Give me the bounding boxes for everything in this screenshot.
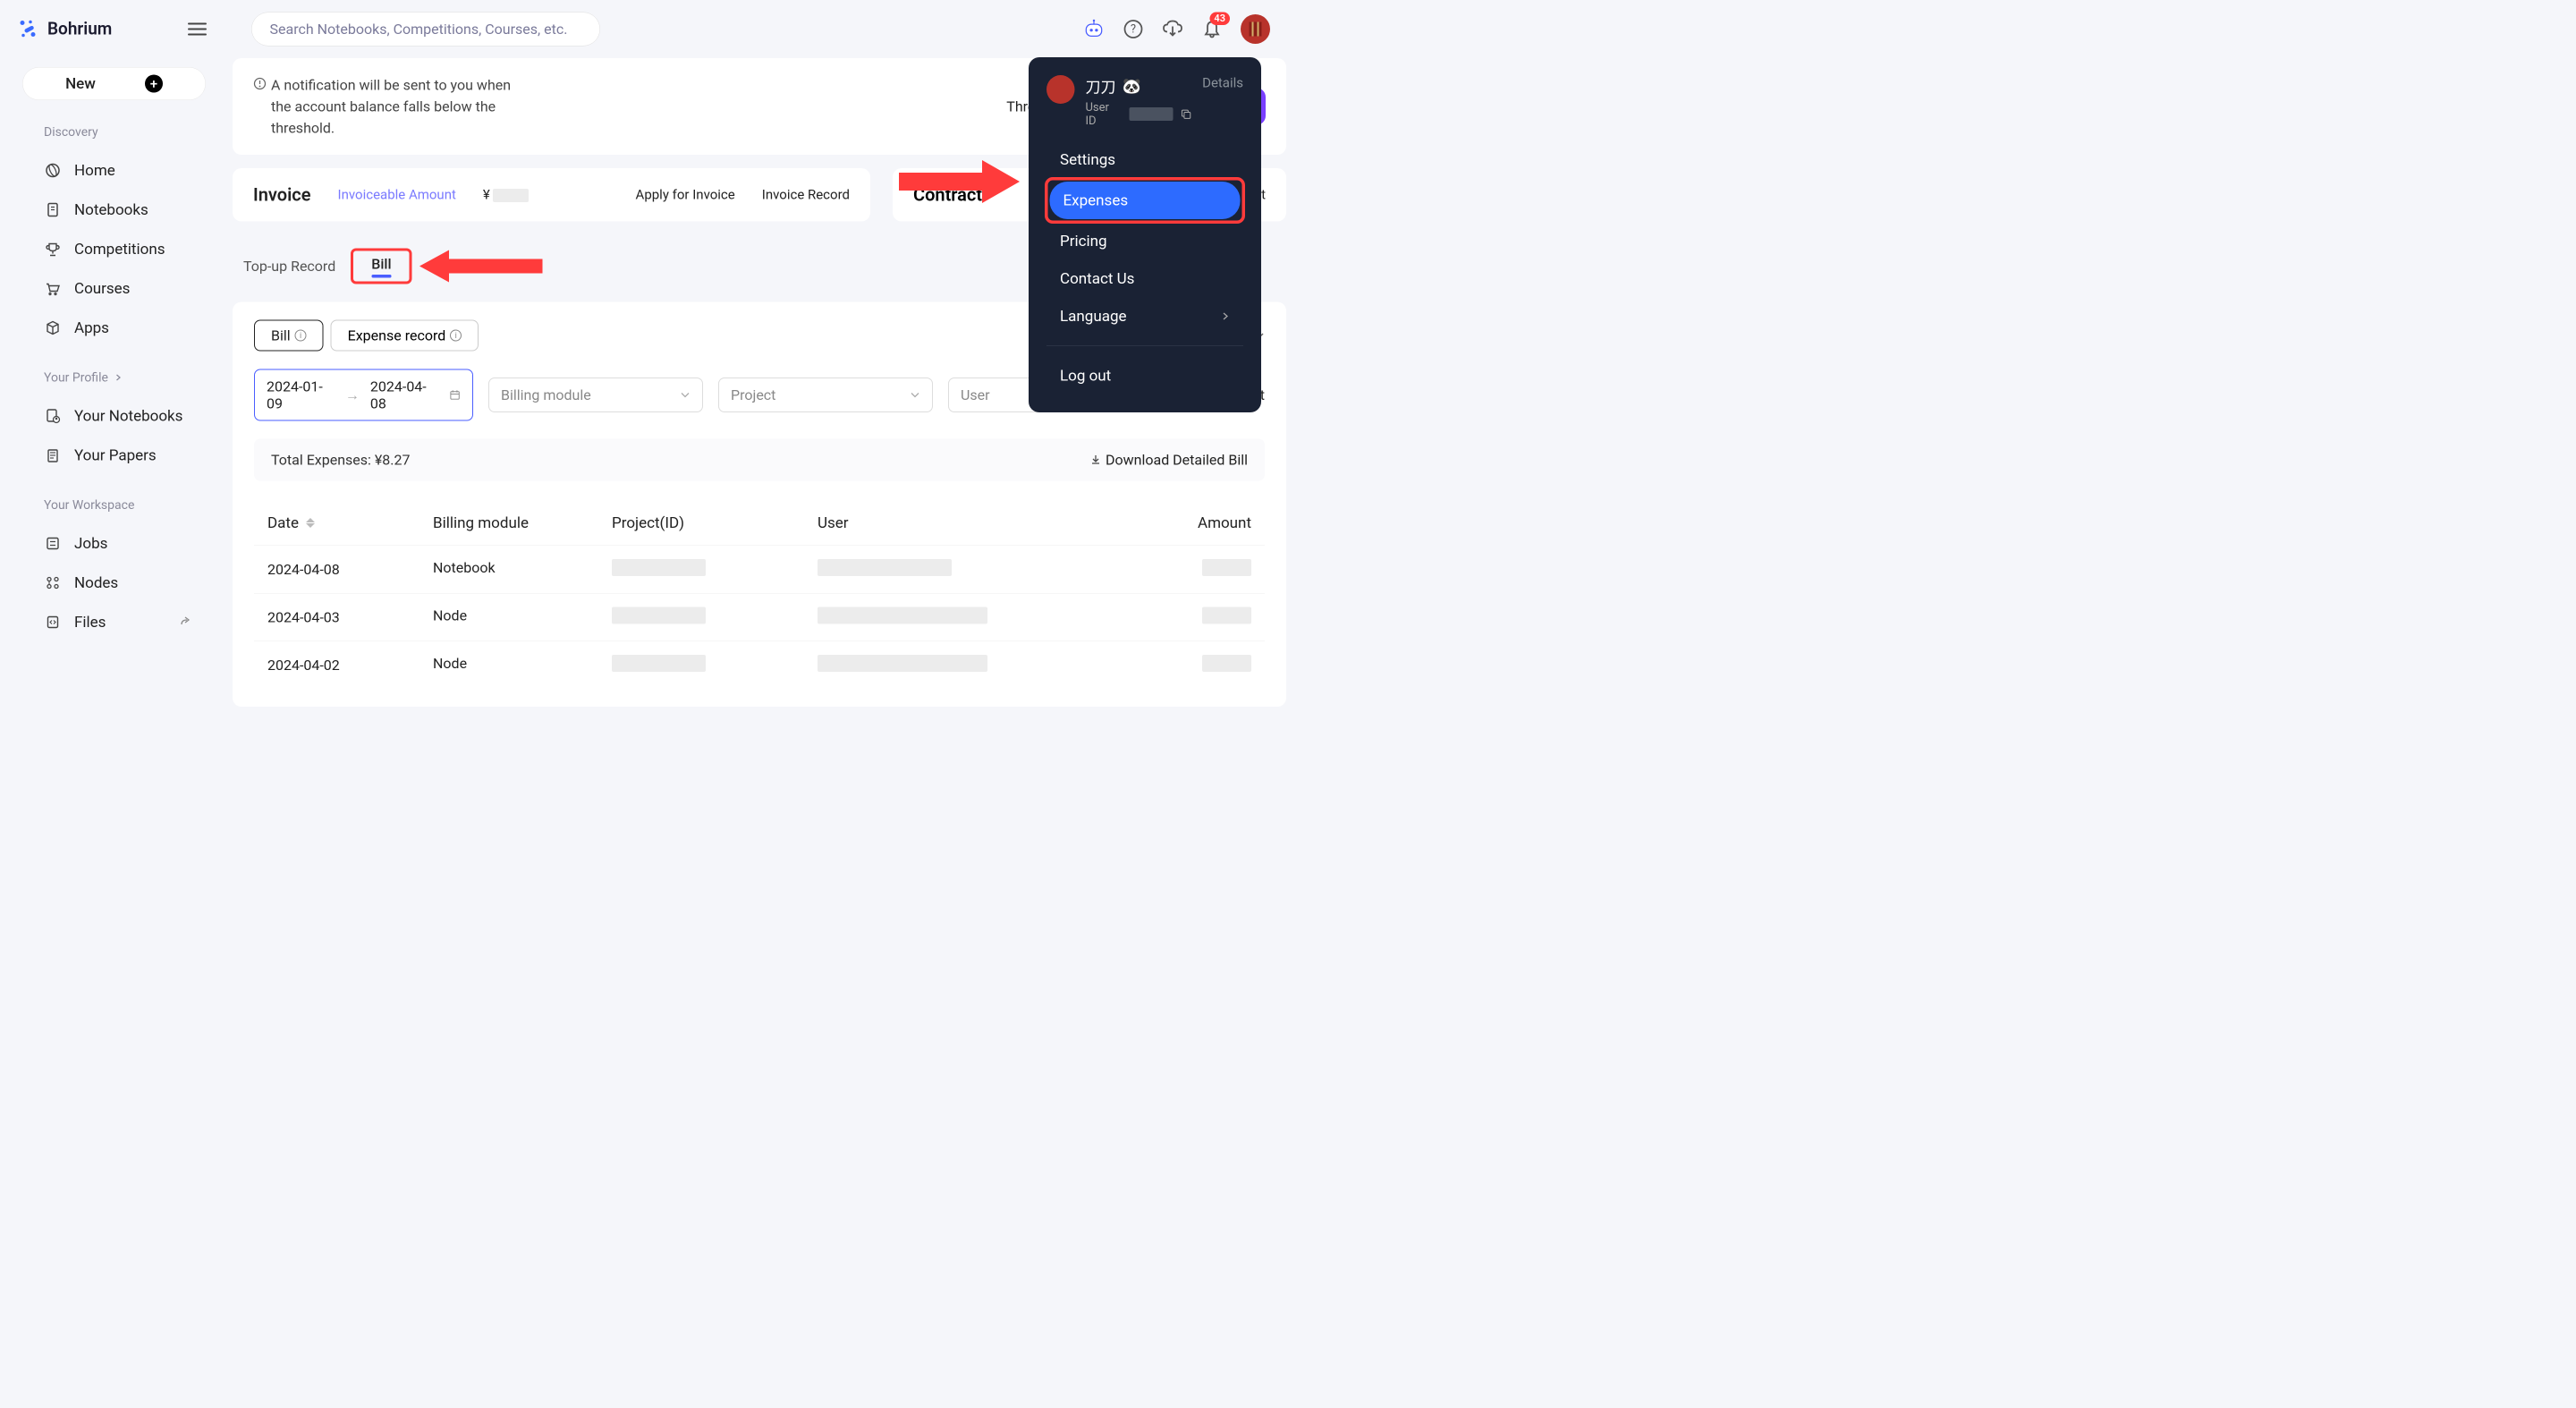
plus-icon: + <box>145 75 163 93</box>
files-icon <box>44 614 62 632</box>
project-select[interactable]: Project <box>718 377 933 412</box>
header-actions: ? 43 <box>1083 14 1270 44</box>
share-icon[interactable] <box>179 615 192 629</box>
col-amount: Amount <box>1166 514 1251 532</box>
brand-name: Bohrium <box>47 20 112 39</box>
sort-icon[interactable] <box>306 518 315 528</box>
col-user: User <box>818 514 1166 532</box>
invoice-currency: ¥ <box>483 187 529 203</box>
new-button[interactable]: New+ <box>22 67 206 100</box>
dd-expenses-highlight: Expenses <box>1045 177 1245 224</box>
nodes-icon <box>44 574 62 592</box>
tab-bill-highlight: Bill <box>351 249 411 284</box>
bot-icon[interactable] <box>1083 19 1105 40</box>
dd-item-settings[interactable]: Settings <box>1046 141 1243 179</box>
bill-pill-tab[interactable]: Billi <box>254 320 324 352</box>
sidebar: New+ Discovery Home Notebooks Competitio… <box>0 0 219 704</box>
dd-username: 刀刀🐼 <box>1085 75 1191 98</box>
table-row: 2024-04-03 Node <box>254 593 1265 641</box>
info-icon: i <box>295 330 307 342</box>
svg-text:?: ? <box>1131 23 1136 37</box>
total-expenses-label: Total Expenses: ¥8.27 <box>271 452 410 469</box>
dd-userid: User ID <box>1085 101 1191 128</box>
notification-badge: 43 <box>1209 13 1230 26</box>
col-module: Billing module <box>433 514 612 532</box>
dd-details-link[interactable]: Details <box>1202 75 1243 91</box>
tab-topup-record[interactable]: Top-up Record <box>239 249 340 284</box>
invoiceable-label: Invoiceable Amount <box>338 187 456 203</box>
info-icon <box>253 77 267 90</box>
total-row: Total Expenses: ¥8.27 Download Detailed … <box>254 439 1265 481</box>
table-row: 2024-04-02 Node <box>254 641 1265 690</box>
user-dropdown-menu: 刀刀🐼 User ID Details Settings Expenses Pr… <box>1029 57 1261 412</box>
cloud-download-icon[interactable] <box>1162 19 1183 40</box>
tab-bill[interactable]: Bill <box>371 256 391 273</box>
billing-module-select[interactable]: Billing module <box>488 377 703 412</box>
chevron-down-icon <box>910 390 920 401</box>
info-icon: i <box>450 330 462 342</box>
notebook-icon <box>44 201 62 219</box>
sidebar-item-files[interactable]: Files <box>22 603 206 642</box>
trophy-icon <box>44 241 62 259</box>
copy-icon[interactable] <box>1180 108 1191 120</box>
dd-item-pricing[interactable]: Pricing <box>1046 223 1243 260</box>
workspace-label: Your Workspace <box>44 497 206 513</box>
sidebar-item-your-notebooks[interactable]: Your Notebooks <box>22 396 206 436</box>
paper-icon <box>44 446 62 464</box>
sidebar-item-your-papers[interactable]: Your Papers <box>22 436 206 475</box>
list-icon <box>44 535 62 553</box>
logo-icon <box>18 19 39 40</box>
table-header: Date Billing module Project(ID) User Amo… <box>254 501 1265 546</box>
sidebar-item-home[interactable]: Home <box>22 151 206 191</box>
annotation-arrow-icon <box>899 155 1020 208</box>
invoice-card: Invoice Invoiceable Amount ¥ Apply for I… <box>233 168 870 222</box>
home-icon <box>44 162 62 180</box>
help-icon[interactable]: ? <box>1123 19 1144 40</box>
chevron-right-icon <box>1221 312 1230 321</box>
dd-item-language[interactable]: Language <box>1046 298 1243 335</box>
expense-record-pill-tab[interactable]: Expense recordi <box>331 320 479 352</box>
invoice-record-link[interactable]: Invoice Record <box>762 187 850 203</box>
discovery-label: Discovery <box>44 124 206 140</box>
dd-user-info: 刀刀🐼 User ID Details <box>1046 75 1243 128</box>
search-input[interactable]: Search Notebooks, Competitions, Courses,… <box>251 13 600 47</box>
profile-label[interactable]: Your Profile <box>44 370 206 386</box>
cart-icon <box>44 280 62 298</box>
calendar-icon <box>449 389 461 402</box>
sidebar-item-jobs[interactable]: Jobs <box>22 524 206 564</box>
panda-emoji-icon: 🐼 <box>1122 77 1140 95</box>
menu-toggle-icon[interactable] <box>188 20 207 38</box>
col-project: Project(ID) <box>612 514 818 532</box>
sidebar-item-nodes[interactable]: Nodes <box>22 564 206 603</box>
header: Bohrium Search Notebooks, Competitions, … <box>0 0 1288 58</box>
annotation-arrow-icon <box>419 244 547 289</box>
download-bill-link[interactable]: Download Detailed Bill <box>1089 452 1248 469</box>
date-range-picker[interactable]: 2024-01-09 → 2024-04-08 <box>254 369 473 421</box>
sidebar-item-courses[interactable]: Courses <box>22 269 206 309</box>
cube-icon <box>44 319 62 337</box>
dd-item-logout[interactable]: Log out <box>1046 357 1243 394</box>
dd-item-expenses[interactable]: Expenses <box>1050 182 1241 219</box>
avatar[interactable] <box>1241 14 1270 44</box>
sidebar-item-apps[interactable]: Apps <box>22 309 206 348</box>
col-date[interactable]: Date <box>267 514 299 532</box>
invoice-title: Invoice <box>253 184 311 206</box>
logo[interactable]: Bohrium <box>18 19 188 40</box>
download-icon <box>1089 454 1102 466</box>
chevron-down-icon <box>680 390 691 401</box>
apply-invoice-link[interactable]: Apply for Invoice <box>636 187 735 203</box>
dd-avatar <box>1046 75 1074 104</box>
sidebar-item-notebooks[interactable]: Notebooks <box>22 191 206 230</box>
table-row: 2024-04-08 Notebook <box>254 546 1265 594</box>
sidebar-item-competitions[interactable]: Competitions <box>22 230 206 269</box>
bell-icon[interactable]: 43 <box>1201 19 1223 40</box>
notification-text: A notification will be sent to you when … <box>271 74 513 139</box>
notebook-user-icon <box>44 407 62 425</box>
chevron-right-icon <box>114 373 123 381</box>
dd-item-contact[interactable]: Contact Us <box>1046 260 1243 298</box>
